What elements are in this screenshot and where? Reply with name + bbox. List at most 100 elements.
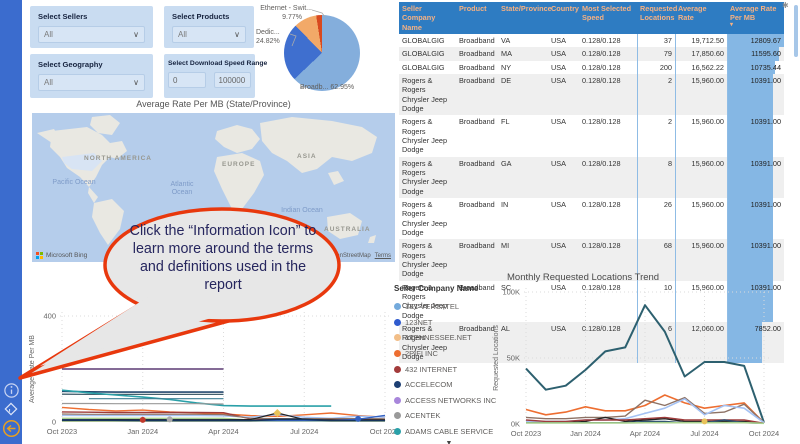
column-header[interactable]: Most Selected Speed — [579, 2, 637, 34]
table-cell: GLOBALGIG — [399, 61, 456, 74]
map-label-north-america: NORTH AMERICA — [84, 155, 152, 162]
sellers-dropdown[interactable]: All ∨ — [38, 26, 145, 43]
table-cell: 19,712.50 — [675, 34, 727, 47]
table-cell: 15,960.00 — [675, 239, 727, 280]
column-header[interactable]: State/Province — [498, 2, 548, 34]
chevron-down-icon: ∨ — [133, 79, 139, 87]
table-cell: 200 — [637, 61, 675, 74]
pie-label-ethernet: Ethernet - Swit... 9.77% — [238, 4, 312, 22]
table-cell: USA — [548, 34, 579, 47]
svg-text:0K: 0K — [511, 420, 520, 429]
table-cell: 15,960.00 — [675, 115, 727, 156]
callout-text: Click the “Information Icon” to learn mo… — [120, 222, 326, 295]
legend-label: 432 INTERNET — [405, 365, 457, 374]
svg-text:400: 400 — [43, 312, 56, 321]
pie-label-broadband: Broadb... 62.95% — [300, 83, 396, 92]
column-header[interactable]: Product — [456, 2, 498, 34]
table-cell: NY — [498, 61, 548, 74]
svg-text:Apr 2024: Apr 2024 — [208, 427, 238, 436]
table-header-row[interactable]: Seller Company NameProductState/Province… — [399, 2, 784, 34]
legend-label: 1TENNESSEE.NET — [405, 333, 472, 342]
svg-text:Jul 2024: Jul 2024 — [690, 429, 718, 438]
table-cell: 0.128/0.128 — [579, 157, 637, 198]
table-cell: 2 — [637, 115, 675, 156]
column-header[interactable]: Average Rate Per MB▾ — [727, 2, 784, 34]
legend-label: ACCELECOM — [405, 380, 453, 389]
svg-text:Jan 2024: Jan 2024 — [127, 427, 158, 436]
map-label-australia: AUSTRALIA — [324, 226, 371, 233]
table-cell: 0.128/0.128 — [579, 198, 637, 239]
column-header[interactable]: Country — [548, 2, 579, 34]
svg-text:0: 0 — [52, 418, 56, 427]
table-cell: GLOBALGIG — [399, 34, 456, 47]
geography-dropdown[interactable]: All ∨ — [38, 74, 145, 91]
monthly-requested-locations-chart[interactable]: Oct 2023Jan 2024Apr 2024Jul 2024Oct 2024… — [488, 284, 796, 440]
microsoft-bing-logo: Microsoft Bing — [36, 252, 87, 259]
table-cell: Rogers & Rogers Chrysler Jeep Dodge — [399, 157, 456, 198]
table-cell: 10391.00 — [727, 239, 784, 280]
table-cell: IN — [498, 198, 548, 239]
table-cell: 2 — [637, 74, 675, 115]
table-cell: Rogers & Rogers Chrysler Jeep Dodge — [399, 198, 456, 239]
table-cell: 15,960.00 — [675, 198, 727, 239]
map-terms-link[interactable]: Terms — [375, 253, 391, 259]
svg-text:Jan 2024: Jan 2024 — [570, 429, 601, 438]
table-row[interactable]: GLOBALGIGBroadbandNYUSA0.128/0.12820016,… — [399, 61, 784, 74]
data-bar-value: 10391.00 — [751, 76, 781, 85]
pie-label-dedicated: Dedic... 24.82% — [256, 28, 296, 46]
table-cell: Rogers & Rogers Chrysler Jeep Dodge — [399, 239, 456, 280]
table-cell: 10391.00 — [727, 74, 784, 115]
data-bar-value: 10391.00 — [751, 117, 781, 126]
table-cell: GA — [498, 157, 548, 198]
table-cell: USA — [548, 74, 579, 115]
filter-select-sellers: Select Sellers All ∨ — [30, 6, 153, 48]
table-cell: 79 — [637, 47, 675, 60]
visual-options-icon[interactable]: ✱ — [782, 1, 789, 10]
table-cell: 26 — [637, 198, 675, 239]
table-cell: MA — [498, 47, 548, 60]
table-cell: 10391.00 — [727, 198, 784, 239]
legend-more-chevron[interactable]: ▼ — [394, 440, 504, 444]
legend-dot-icon — [394, 381, 401, 388]
table-scrollbar-thumb[interactable] — [794, 5, 798, 57]
map-label-europe: EUROPE — [222, 161, 255, 168]
table-cell: VA — [498, 34, 548, 47]
table-cell: 0.128/0.128 — [579, 74, 637, 115]
svg-text:Oct 2023: Oct 2023 — [511, 429, 541, 438]
microsoft-logo-icon — [36, 252, 43, 259]
table-cell: 15,960.00 — [675, 74, 727, 115]
table-cell: 12809.67 — [727, 34, 784, 47]
average-rate-per-mb-line-chart[interactable]: Oct 2023Jan 2024Apr 2024Jul 2024Oct 2024… — [28, 294, 396, 444]
table-cell: 0.128/0.128 — [579, 61, 637, 74]
table-cell: USA — [548, 198, 579, 239]
table-row[interactable]: Rogers & Rogers Chrysler Jeep DodgeBroad… — [399, 198, 784, 239]
speed-min-input[interactable]: 0 — [168, 72, 206, 88]
table-cell: Broadband — [456, 34, 498, 47]
table-cell: Rogers & Rogers Chrysler Jeep Dodge — [399, 115, 456, 156]
back-arrow-icon[interactable] — [0, 419, 22, 443]
filter-select-geography: Select Geography All ∨ — [30, 54, 153, 98]
table-row[interactable]: GLOBALGIGBroadbandVAUSA0.128/0.1283719,7… — [399, 34, 784, 47]
table-cell: DE — [498, 74, 548, 115]
table-row[interactable]: Rogers & Rogers Chrysler Jeep DodgeBroad… — [399, 74, 784, 115]
table-cell: 15,960.00 — [675, 157, 727, 198]
table-cell: USA — [548, 157, 579, 198]
product-share-pie-chart[interactable]: Ethernet - Swit... 9.77% Dedic... 24.82%… — [238, 0, 398, 100]
legend-dot-icon — [394, 319, 401, 326]
data-bar-value: 10391.00 — [751, 159, 781, 168]
table-cell: Broadband — [456, 239, 498, 280]
table-cell: USA — [548, 115, 579, 156]
column-header[interactable]: Requested Locations — [637, 2, 675, 34]
table-cell: Broadband — [456, 61, 498, 74]
legend-label: ACCESS NETWORKS INC — [405, 396, 496, 405]
table-row[interactable]: Rogers & Rogers Chrysler Jeep DodgeBroad… — [399, 115, 784, 156]
map-title: Average Rate Per MB (State/Province) — [32, 99, 395, 109]
map-label-atlantic-ocean: Atlantic Ocean — [160, 181, 204, 198]
products-dropdown[interactable]: All ∨ — [172, 26, 246, 43]
column-header[interactable]: Seller Company Name — [399, 2, 456, 34]
map-label-pacific-ocean: Pacific Ocean — [52, 179, 96, 187]
legend-dot-icon — [394, 397, 401, 404]
table-row[interactable]: Rogers & Rogers Chrysler Jeep DodgeBroad… — [399, 157, 784, 198]
column-header[interactable]: Average Rate — [675, 2, 727, 34]
table-row[interactable]: GLOBALGIGBroadbandMAUSA0.128/0.1287917,8… — [399, 47, 784, 60]
